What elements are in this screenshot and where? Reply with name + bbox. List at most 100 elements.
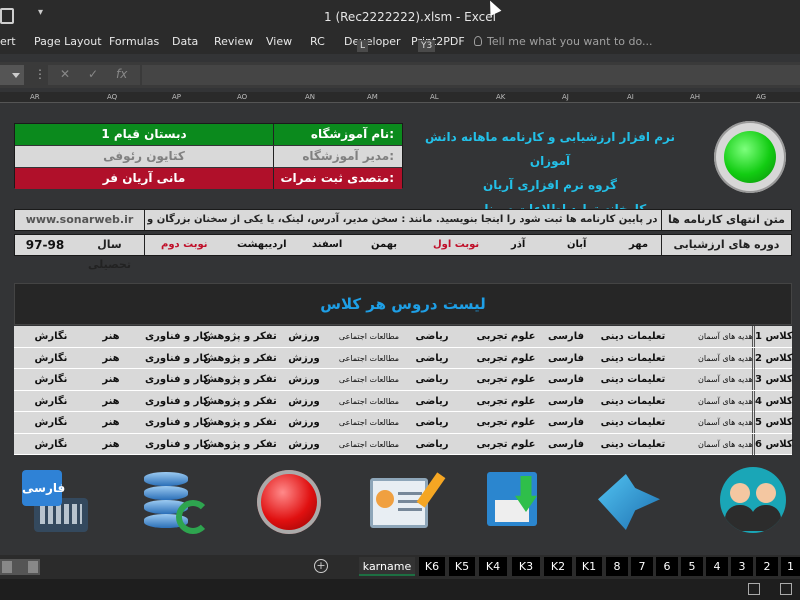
subject-cell[interactable]: ورزش — [282, 348, 326, 369]
column-label[interactable]: AP — [172, 93, 181, 101]
column-label[interactable]: AR — [30, 93, 40, 101]
period-month[interactable]: آذر — [511, 235, 525, 255]
subject-cell[interactable]: ورزش — [282, 434, 326, 455]
subject-cell[interactable]: نگارش — [20, 348, 82, 369]
sheet-tab[interactable]: 2 — [756, 557, 778, 576]
column-label[interactable]: AG — [756, 93, 766, 101]
tab-view[interactable]: View — [266, 35, 292, 48]
subject-cell[interactable]: مطالعات اجتماعی — [334, 348, 404, 369]
tab-insert[interactable]: ert — [0, 35, 16, 48]
class-row[interactable]: کلاس 4 هدیه های آسمان تعلیمات دینی فارسی علو… — [14, 390, 793, 412]
subject-cell[interactable]: فارسی — [544, 348, 588, 369]
school-name-value[interactable]: دبستان قیام 1 — [15, 124, 274, 145]
tab-formulas[interactable]: Formulas — [109, 35, 159, 48]
class-row[interactable]: کلاس 1 هدیه های آسمان تعلیمات دینی فارسی علو… — [14, 326, 793, 348]
subject-cell[interactable]: کار و فناوری — [144, 369, 210, 390]
tab-rc[interactable]: RC — [310, 35, 325, 48]
subject-cell[interactable]: ریاضی — [410, 434, 454, 455]
green-status-light-icon[interactable] — [714, 121, 786, 193]
subject-cell[interactable]: ریاضی — [410, 391, 454, 412]
subject-cell[interactable]: علوم تجربی — [476, 434, 536, 455]
subject-cell[interactable]: کار و فناوری — [144, 326, 210, 347]
column-label[interactable]: AL — [430, 93, 439, 101]
subject-cell[interactable]: هنر — [96, 412, 126, 433]
subject-cell[interactable]: هنر — [96, 348, 126, 369]
subject-cell[interactable]: تعلیمات دینی — [598, 434, 668, 455]
subject-cell[interactable]: نگارش — [20, 412, 82, 433]
save-download-icon[interactable] — [487, 472, 545, 532]
subject-cell[interactable]: تفکر و پژوهش — [202, 434, 278, 455]
subject-cell[interactable]: هدیه های آسمان — [698, 326, 753, 347]
period-term-1[interactable]: نوبت اول — [433, 235, 479, 255]
subject-cell[interactable]: هدیه های آسمان — [698, 434, 753, 455]
sheet-tab[interactable]: 7 — [631, 557, 653, 576]
subject-cell[interactable]: فارسی — [544, 369, 588, 390]
subject-cell[interactable]: نگارش — [20, 369, 82, 390]
subject-cell[interactable]: علوم تجربی — [476, 412, 536, 433]
subject-cell[interactable]: نگارش — [20, 391, 82, 412]
footer-text-value[interactable]: جمله ای که می خواهید در پایین کارنامه ها… — [147, 210, 659, 230]
red-button-icon[interactable] — [257, 470, 321, 534]
tab-page-layout[interactable]: Page Layout — [34, 35, 102, 48]
subject-cell[interactable]: علوم تجربی — [476, 348, 536, 369]
subject-cell[interactable]: مطالعات اجتماعی — [334, 391, 404, 412]
subject-cell[interactable]: تعلیمات دینی — [598, 412, 668, 433]
people-icon[interactable] — [720, 467, 786, 533]
subject-cell[interactable]: مطالعات اجتماعی — [334, 412, 404, 433]
next-arrow-icon[interactable] — [598, 474, 660, 530]
subject-cell[interactable]: ورزش — [282, 412, 326, 433]
subject-cell[interactable]: نگارش — [20, 434, 82, 455]
subject-cell[interactable]: علوم تجربی — [476, 326, 536, 347]
sheet-tab[interactable]: karname — [359, 557, 415, 576]
subject-cell[interactable]: فارسی — [544, 434, 588, 455]
column-label[interactable]: AN — [305, 93, 315, 101]
subject-cell[interactable]: هنر — [96, 326, 126, 347]
sheet-tab[interactable]: 8 — [606, 557, 628, 576]
class-row[interactable]: کلاس 2 هدیه های آسمان تعلیمات دینی فارسی علو… — [14, 347, 793, 369]
sheet-tab[interactable]: 1 — [781, 557, 800, 576]
subject-cell[interactable]: کار و فناوری — [144, 391, 210, 412]
class-row[interactable]: کلاس 5 هدیه های آسمان تعلیمات دینی فارسی علو… — [14, 412, 793, 434]
subject-cell[interactable]: فارسی — [544, 412, 588, 433]
sheet-tab[interactable]: K1 — [576, 557, 602, 576]
column-label[interactable]: AM — [367, 93, 378, 101]
manager-name-value[interactable]: کتایون رئوفی — [15, 146, 274, 167]
normal-view-icon[interactable] — [748, 583, 760, 595]
subject-cell[interactable]: فارسی — [544, 326, 588, 347]
subject-cell[interactable]: ریاضی — [410, 369, 454, 390]
sheet-tab[interactable]: 3 — [731, 557, 753, 576]
period-term-2[interactable]: نوبت دوم — [161, 235, 208, 255]
subject-cell[interactable]: هدیه های آسمان — [698, 369, 753, 390]
sheet-tab[interactable]: 6 — [656, 557, 678, 576]
cancel-icon[interactable]: ✕ — [60, 67, 70, 81]
column-label[interactable]: AQ — [107, 93, 117, 101]
tab-data[interactable]: Data — [172, 35, 198, 48]
subject-cell[interactable]: تفکر و پژوهش — [202, 326, 278, 347]
scroll-left-icon[interactable] — [2, 561, 12, 573]
formula-bar-dots-icon[interactable]: ⋮ — [34, 67, 46, 81]
fx-icon[interactable]: fx — [116, 67, 127, 81]
subject-cell[interactable]: هنر — [96, 369, 126, 390]
period-month[interactable]: بهمن — [371, 235, 397, 255]
class-row[interactable]: کلاس 3 هدیه های آسمان تعلیمات دینی فارسی علو… — [14, 369, 793, 391]
scroll-right-icon[interactable] — [28, 561, 38, 573]
sheet-tab[interactable]: K5 — [449, 557, 475, 576]
id-card-icon[interactable] — [370, 472, 446, 530]
subject-cell[interactable]: هدیه های آسمان — [698, 391, 753, 412]
info-row-school[interactable]: دبستان قیام 1 نام آموزشگاه: — [15, 124, 402, 145]
subject-cell[interactable]: تعلیمات دینی — [598, 369, 668, 390]
subject-cell[interactable]: کار و فناوری — [144, 412, 210, 433]
subject-cell[interactable]: مطالعات اجتماعی — [334, 434, 404, 455]
tell-me-search[interactable]: Tell me what you want to do... — [474, 35, 653, 48]
add-sheet-icon[interactable]: + — [314, 559, 328, 573]
subject-cell[interactable]: تفکر و پژوهش — [202, 391, 278, 412]
column-label[interactable]: AK — [496, 93, 505, 101]
column-label[interactable]: AH — [690, 93, 700, 101]
tab-review[interactable]: Review — [214, 35, 253, 48]
sheet-tab[interactable]: 4 — [706, 557, 728, 576]
subject-cell[interactable]: هنر — [96, 391, 126, 412]
column-label[interactable]: AI — [627, 93, 634, 101]
enter-icon[interactable]: ✓ — [88, 67, 98, 81]
subject-cell[interactable]: تفکر و پژوهش — [202, 412, 278, 433]
sheet-tab[interactable]: K2 — [544, 557, 572, 576]
